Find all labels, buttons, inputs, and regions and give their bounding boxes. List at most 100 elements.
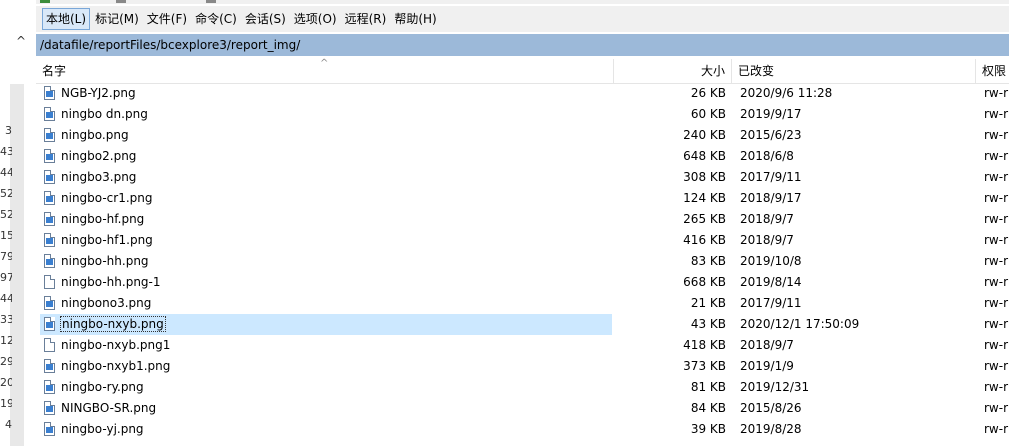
- file-name-cell[interactable]: ningbo-nxyb.png: [40, 314, 612, 335]
- toolbar-strip: [36, 0, 1009, 4]
- file-size: 60 KB: [690, 107, 726, 121]
- path-bar[interactable]: /datafile/reportFiles/bcexplore3/report_…: [36, 34, 1009, 56]
- file-name-cell[interactable]: ningbo dn.png: [40, 104, 612, 125]
- file-name-cell[interactable]: ningbo-ry.png: [40, 377, 612, 398]
- left-pane-value: 79: [0, 250, 12, 263]
- left-pane-value: 15: [0, 229, 12, 242]
- file-modified: 2019/10/8: [740, 254, 802, 268]
- menu-item[interactable]: 会话(S): [242, 8, 289, 30]
- file-name-cell[interactable]: ningbo-hf1.png: [40, 230, 612, 251]
- column-header-name[interactable]: 名字 ^: [36, 58, 614, 83]
- file-name-cell[interactable]: NGB-YJ2.png: [40, 83, 612, 104]
- menu-item[interactable]: 帮助(H): [391, 8, 439, 30]
- image-file-icon: [44, 191, 55, 205]
- file-row[interactable]: ningbo-yj.png 39 KB 2019/8/28 rw-r: [36, 419, 1009, 440]
- file-row[interactable]: ningbo2.png 648 KB 2018/6/8 rw-r: [36, 146, 1009, 167]
- file-name: ningbo-hh.png-1: [61, 275, 161, 289]
- toolbar-icon[interactable]: [116, 0, 126, 3]
- menu-item[interactable]: 命令(C): [192, 8, 240, 30]
- file-size: 265 KB: [683, 212, 726, 226]
- image-file-icon: [44, 422, 55, 436]
- file-size: 124 KB: [683, 191, 726, 205]
- left-pane-value: 44: [0, 166, 12, 179]
- file-modified: 2018/9/7: [740, 212, 794, 226]
- file-modified: 2019/9/17: [740, 107, 802, 121]
- file-permissions: rw-r: [984, 317, 1009, 331]
- column-header-permissions[interactable]: 权限: [976, 59, 1009, 83]
- left-pane-value: 29: [0, 355, 12, 368]
- file-name-cell[interactable]: ningbo-cr1.png: [40, 188, 612, 209]
- file-row[interactable]: ningbo-nxyb.png 43 KB 2020/12/1 17:50:09 rw…: [36, 314, 1009, 335]
- file-modified: 2019/8/28: [740, 422, 802, 436]
- image-file-icon: [44, 401, 55, 415]
- file-modified: 2017/9/11: [740, 296, 802, 310]
- file-name-cell[interactable]: ningbo-hh.png-1: [40, 272, 612, 293]
- file-icon: [44, 338, 55, 352]
- file-name-cell[interactable]: ningbo2.png: [40, 146, 612, 167]
- file-row[interactable]: ningbo3.png 308 KB 2017/9/11 rw-r: [36, 167, 1009, 188]
- menu-item[interactable]: 选项(O): [291, 8, 340, 30]
- menu-item[interactable]: 文件(F): [144, 8, 190, 30]
- file-row[interactable]: ningbo-nxyb1.png 373 KB 2019/1/9 rw-r: [36, 356, 1009, 377]
- file-name-cell[interactable]: ningbono3.png: [40, 293, 612, 314]
- file-name: ningbo dn.png: [61, 107, 148, 121]
- column-header-name-label: 名字: [42, 64, 67, 78]
- file-modified: 2018/6/8: [740, 149, 794, 163]
- file-name-cell[interactable]: ningbo-nxyb1.png: [40, 356, 612, 377]
- left-pane-truncated-column: 3 43 44 52 52 15 79 97 44 33 12 29 20 19 4: [0, 120, 12, 435]
- file-modified: 2015/6/23: [740, 128, 802, 142]
- file-name-cell[interactable]: ningbo-hh.png: [40, 251, 612, 272]
- file-name-cell[interactable]: ningbo-yj.png: [40, 419, 612, 440]
- toolbar-icon[interactable]: [206, 0, 216, 3]
- collapse-chevron-icon[interactable]: ^: [16, 34, 26, 48]
- image-file-icon: [44, 107, 55, 121]
- file-size: 373 KB: [683, 359, 726, 373]
- file-modified: 2019/8/14: [740, 275, 802, 289]
- file-list-header: 名字 ^ 大小 已改变 权限: [36, 58, 1009, 84]
- file-name-cell[interactable]: ningbo3.png: [40, 167, 612, 188]
- file-row[interactable]: ningbo-hh.png-1 668 KB 2019/8/14 rw-r: [36, 272, 1009, 293]
- file-row[interactable]: ningbo.png 240 KB 2015/6/23 rw-r: [36, 125, 1009, 146]
- column-header-modified[interactable]: 已改变: [732, 59, 976, 83]
- file-size: 668 KB: [683, 275, 726, 289]
- image-file-icon: [44, 170, 55, 184]
- toolbar-icon[interactable]: [40, 0, 50, 3]
- file-permissions: rw-r: [984, 212, 1009, 226]
- file-permissions: rw-r: [984, 149, 1009, 163]
- file-name-cell[interactable]: ningbo-hf.png: [40, 209, 612, 230]
- file-name-cell[interactable]: ningbo.png: [40, 125, 612, 146]
- file-row[interactable]: ningbo-nxyb.png1 418 KB 2018/9/7 rw-r: [36, 335, 1009, 356]
- file-modified: 2018/9/17: [740, 191, 802, 205]
- left-pane-value: 4: [5, 418, 12, 431]
- file-row[interactable]: ningbo-hf1.png 416 KB 2018/9/7 rw-r: [36, 230, 1009, 251]
- column-header-size[interactable]: 大小: [614, 59, 732, 83]
- left-pane: ^ 3 43 44 52 52 15 79 97 44 33 12 29 20 19 4: [0, 0, 36, 446]
- file-name: ningbo-cr1.png: [61, 191, 153, 205]
- file-name: ningbo-hh.png: [61, 254, 149, 268]
- file-row[interactable]: ningbo-hf.png 265 KB 2018/9/7 rw-r: [36, 209, 1009, 230]
- file-size: 308 KB: [683, 170, 726, 184]
- left-pane-value: 52: [0, 187, 12, 200]
- menu-item[interactable]: 远程(R): [342, 8, 390, 30]
- file-name-cell[interactable]: ningbo-nxyb.png1: [40, 335, 612, 356]
- file-row[interactable]: NGB-YJ2.png 26 KB 2020/9/6 11:28 rw-r: [36, 83, 1009, 104]
- file-row[interactable]: ningbo-cr1.png 124 KB 2018/9/17 rw-r: [36, 188, 1009, 209]
- file-name-cell[interactable]: NINGBO-SR.png: [40, 398, 612, 419]
- file-row[interactable]: ningbo dn.png 60 KB 2019/9/17 rw-r: [36, 104, 1009, 125]
- menu-item[interactable]: 本地(L): [42, 8, 91, 30]
- file-modified: 2019/12/31: [740, 380, 810, 394]
- file-row[interactable]: NINGBO-SR.png 84 KB 2015/8/26 rw-r: [36, 398, 1009, 419]
- left-pane-scrollbar[interactable]: [10, 84, 24, 446]
- menu-item[interactable]: 标记(M): [92, 8, 142, 30]
- file-size: 648 KB: [683, 149, 726, 163]
- file-permissions: rw-r: [984, 296, 1009, 310]
- file-modified: 2020/9/6 11:28: [740, 86, 833, 100]
- file-row[interactable]: ningbo-ry.png 81 KB 2019/12/31 rw-r: [36, 377, 1009, 398]
- file-row[interactable]: ningbo-hh.png 83 KB 2019/10/8 rw-r: [36, 251, 1009, 272]
- file-row[interactable]: ningbono3.png 21 KB 2017/9/11 rw-r: [36, 293, 1009, 314]
- image-file-icon: [44, 317, 55, 331]
- left-pane-value: 52: [0, 208, 12, 221]
- file-size: 240 KB: [683, 128, 726, 142]
- left-pane-value: 44: [0, 292, 12, 305]
- file-modified: 2018/9/7: [740, 338, 794, 352]
